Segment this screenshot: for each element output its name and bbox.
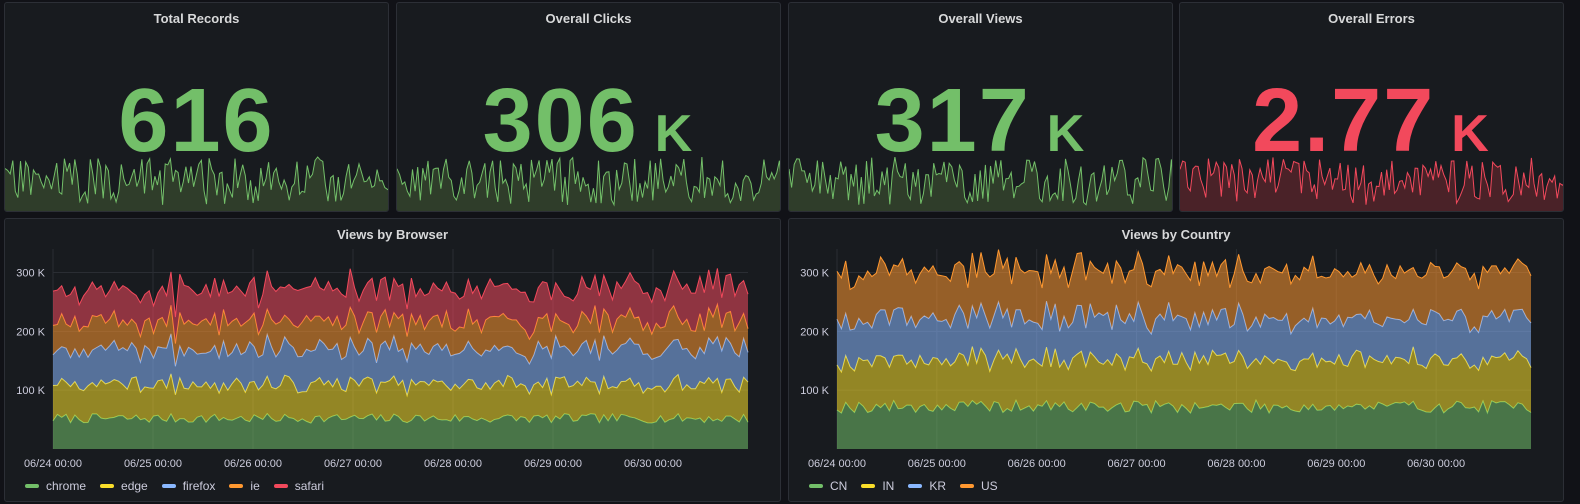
legend-label: KR <box>929 479 947 493</box>
stat-value: 306 K <box>397 71 780 184</box>
legend-label: chrome <box>46 479 87 493</box>
legend-label: safari <box>294 479 325 493</box>
panel-title: Overall Clicks <box>545 11 632 26</box>
legend-swatch <box>229 484 244 488</box>
legend: CN IN KR US <box>809 479 998 493</box>
x-tick-label: 06/28 00:00 <box>1207 458 1265 470</box>
legend-label: CN <box>830 479 848 493</box>
chart-panel-views-by-browser[interactable]: Views by Browser 100 K 200 K 300 K 06/24 00… <box>4 218 781 502</box>
stat-panel-overall-errors[interactable]: Overall Errors 2.77 K <box>1179 2 1564 212</box>
stat-value: 2.77 K <box>1180 71 1563 184</box>
stat-number: 306 <box>482 71 639 171</box>
y-tick-label: 300 K <box>16 268 45 280</box>
legend-swatch <box>809 484 823 488</box>
stat-value: 616 <box>5 71 388 171</box>
x-tick-label: 06/25 00:00 <box>908 458 966 470</box>
panel-title: Overall Views <box>938 11 1023 26</box>
y-tick-label: 100 K <box>16 385 45 397</box>
stat-panel-overall-views[interactable]: Overall Views 317 K <box>788 2 1173 212</box>
x-tick-label: 06/26 00:00 <box>224 458 282 470</box>
legend-swatch <box>100 484 115 488</box>
stat-number: 2.77 <box>1252 71 1436 171</box>
legend-swatch <box>861 484 876 488</box>
legend-item-cn[interactable]: CN <box>809 479 847 493</box>
legend: chrome edge firefox ie safari <box>25 479 324 493</box>
x-tick-label: 06/24 00:00 <box>808 458 866 470</box>
legend-label: US <box>981 479 998 493</box>
legend-item-in[interactable]: IN <box>861 479 894 493</box>
x-tick-label: 06/30 00:00 <box>624 458 682 470</box>
y-tick-label: 100 K <box>800 385 829 397</box>
legend-item-firefox[interactable]: firefox <box>161 479 216 493</box>
x-tick-label: 06/29 00:00 <box>524 458 582 470</box>
stat-panel-overall-clicks[interactable]: Overall Clicks 306 K <box>396 2 781 212</box>
x-tick-label: 06/30 00:00 <box>1407 458 1465 470</box>
legend-label: edge <box>121 479 148 493</box>
legend-item-safari[interactable]: safari <box>273 479 325 493</box>
x-tick-label: 06/24 00:00 <box>24 458 82 470</box>
chart-panel-views-by-country[interactable]: Views by Country 100 K 200 K 300 K 06/24 00… <box>788 218 1564 502</box>
legend-item-kr[interactable]: KR <box>908 479 946 493</box>
legend-swatch <box>25 484 39 488</box>
legend-swatch <box>161 484 176 488</box>
legend-swatch <box>273 484 288 488</box>
legend-swatch <box>960 484 975 488</box>
stat-unit: K <box>1451 105 1491 163</box>
legend-label: IN <box>882 479 895 493</box>
panel-title: Overall Errors <box>1328 11 1415 26</box>
y-tick-label: 200 K <box>16 326 45 338</box>
stat-panel-total-records[interactable]: Total Records 616 <box>4 2 389 212</box>
x-tick-label: 06/27 00:00 <box>1108 458 1166 470</box>
legend-item-ie[interactable]: ie <box>229 479 260 493</box>
x-tick-label: 06/27 00:00 <box>324 458 382 470</box>
legend-item-edge[interactable]: edge <box>100 479 148 493</box>
stat-unit: K <box>1046 105 1087 163</box>
stat-number: 616 <box>118 71 275 171</box>
x-tick-label: 06/26 00:00 <box>1008 458 1066 470</box>
panel-title: Total Records <box>153 11 240 26</box>
stat-number: 317 <box>874 71 1031 171</box>
stat-value: 317 K <box>789 71 1172 184</box>
views-by-browser-chart[interactable]: 100 K 200 K 300 K 06/24 00:00 06/25 00:00 06/… <box>5 219 781 475</box>
x-tick-label: 06/29 00:00 <box>1307 458 1365 470</box>
legend-label: firefox <box>182 479 216 493</box>
legend-item-chrome[interactable]: chrome <box>25 479 86 493</box>
legend-label: ie <box>250 479 260 493</box>
x-tick-label: 06/28 00:00 <box>424 458 482 470</box>
legend-item-us[interactable]: US <box>960 479 998 493</box>
views-by-country-chart[interactable]: 100 K 200 K 300 K 06/24 00:00 06/25 00:00 06/… <box>789 219 1564 475</box>
y-tick-label: 200 K <box>800 326 829 338</box>
x-tick-label: 06/25 00:00 <box>124 458 182 470</box>
legend-swatch <box>908 484 923 488</box>
stat-unit: K <box>654 105 695 163</box>
y-tick-label: 300 K <box>800 268 829 280</box>
